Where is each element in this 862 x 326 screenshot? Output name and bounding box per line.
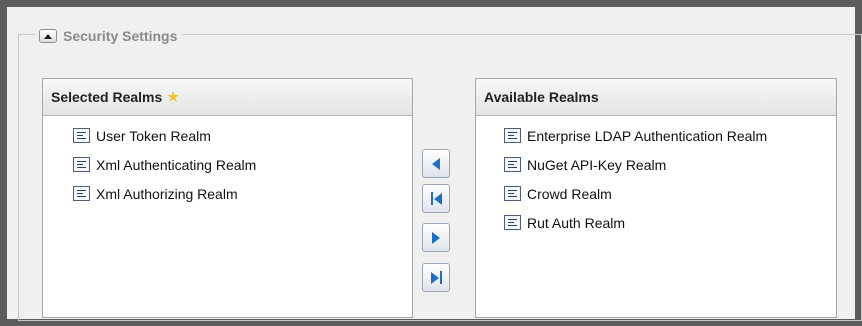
list-item[interactable]: Xml Authorizing Realm xyxy=(43,179,412,208)
selected-realms-panel: Selected Realms ★ User Token Realm Xml A… xyxy=(42,78,413,318)
list-item[interactable]: User Token Realm xyxy=(43,121,412,150)
list-item-label: Rut Auth Realm xyxy=(527,214,626,231)
list-item[interactable]: NuGet API-Key Realm xyxy=(476,150,836,179)
available-realms-panel: Available Realms Enterprise LDAP Authent… xyxy=(475,78,837,318)
star-icon: ★ xyxy=(167,89,179,104)
list-item-label: User Token Realm xyxy=(96,127,211,144)
list-item-label: Enterprise LDAP Authentication Realm xyxy=(527,127,768,144)
list-item[interactable]: Crowd Realm xyxy=(476,179,836,208)
move-right-button[interactable] xyxy=(422,223,450,252)
list-item-label: NuGet API-Key Realm xyxy=(527,156,667,173)
realm-icon xyxy=(504,128,521,143)
arrow-left-icon xyxy=(432,157,440,170)
realm-icon xyxy=(73,128,90,143)
list-item-label: Crowd Realm xyxy=(527,185,612,202)
security-settings-legend: Security Settings xyxy=(35,23,184,49)
available-realms-header: Available Realms xyxy=(476,79,836,116)
list-item[interactable]: Rut Auth Realm xyxy=(476,208,836,237)
move-left-button[interactable] xyxy=(422,149,450,178)
arrow-right-icon xyxy=(432,231,440,244)
realm-icon xyxy=(504,157,521,172)
list-item-label: Xml Authorizing Realm xyxy=(96,185,238,202)
selected-realms-header: Selected Realms ★ xyxy=(43,79,412,116)
list-item[interactable]: Xml Authenticating Realm xyxy=(43,150,412,179)
window-frame: Security Settings Selected Realms ★ User… xyxy=(0,0,862,326)
arrow-right-all-icon xyxy=(430,271,442,284)
realm-icon xyxy=(73,157,90,172)
arrow-left-all-icon xyxy=(430,192,442,205)
selected-realms-title: Selected Realms xyxy=(51,89,163,105)
available-realms-list[interactable]: Enterprise LDAP Authentication Realm NuG… xyxy=(476,116,836,237)
selected-realms-list[interactable]: User Token Realm Xml Authenticating Real… xyxy=(43,116,412,208)
realm-icon xyxy=(504,186,521,201)
triangle-up-icon xyxy=(44,33,52,39)
available-realms-title: Available Realms xyxy=(484,89,599,105)
realm-icon xyxy=(504,215,521,230)
move-all-left-button[interactable] xyxy=(422,184,450,213)
realm-icon xyxy=(73,186,90,201)
section-title: Security Settings xyxy=(63,28,178,44)
collapse-button[interactable] xyxy=(39,29,57,43)
move-all-right-button[interactable] xyxy=(422,263,450,292)
list-item[interactable]: Enterprise LDAP Authentication Realm xyxy=(476,121,836,150)
list-item-label: Xml Authenticating Realm xyxy=(96,156,257,173)
